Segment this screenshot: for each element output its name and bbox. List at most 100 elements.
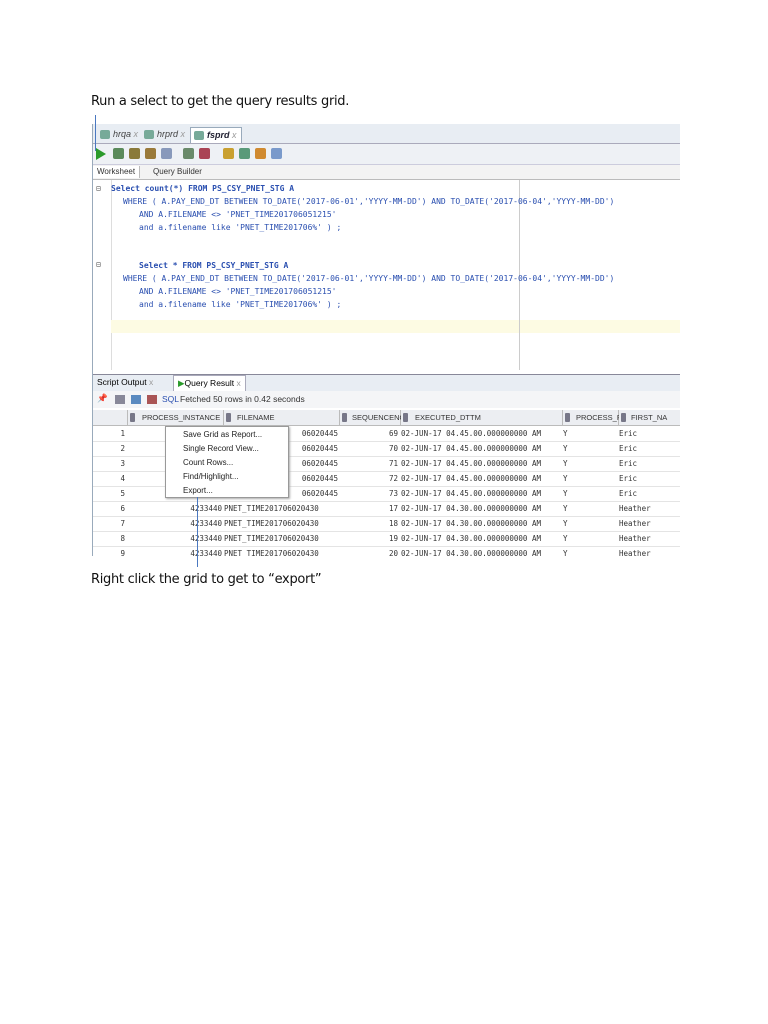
table-cell[interactable]: Eric: [619, 471, 680, 486]
table-cell[interactable]: Heather: [619, 546, 680, 556]
table-cell[interactable]: 70: [340, 441, 398, 456]
pin-icon[interactable]: 📌: [97, 393, 108, 404]
sort-icon[interactable]: [565, 413, 570, 422]
table-cell[interactable]: PNET_TIME201706020430: [224, 546, 340, 556]
table-cell[interactable]: 8: [93, 531, 125, 546]
table-cell[interactable]: 19: [340, 531, 398, 546]
tab-hrqa[interactable]: hrqa x: [97, 127, 142, 142]
sort-icon[interactable]: [403, 413, 408, 422]
table-cell[interactable]: 20: [340, 546, 398, 556]
table-cell[interactable]: 02-JUN-17 04.45.00.000000000 AM: [401, 426, 561, 441]
table-cell[interactable]: 18: [340, 516, 398, 531]
table-cell[interactable]: 02-JUN-17 04.45.00.000000000 AM: [401, 441, 561, 456]
table-cell[interactable]: 4233440: [128, 531, 222, 546]
table-cell[interactable]: Y: [563, 531, 618, 546]
table-row[interactable]: 7 4233440 PNET_TIME201706020430 18 02-JUN-17…: [93, 516, 680, 532]
run-statement-icon[interactable]: [96, 148, 106, 160]
table-cell[interactable]: 6: [93, 501, 125, 516]
sql-tuning-icon[interactable]: [223, 148, 234, 159]
fold-icon[interactable]: ⊟: [96, 260, 101, 269]
sort-icon[interactable]: [130, 413, 135, 422]
table-cell[interactable]: 72: [340, 471, 398, 486]
table-cell[interactable]: 4233440: [128, 546, 222, 556]
table-cell[interactable]: 71: [340, 456, 398, 471]
table-cell[interactable]: 5: [93, 486, 125, 501]
table-cell[interactable]: 69: [340, 426, 398, 441]
tab-hrprd[interactable]: hrprd x: [141, 127, 189, 142]
sql-link[interactable]: SQL: [162, 394, 179, 404]
table-cell[interactable]: Y: [563, 441, 618, 456]
column-header[interactable]: FILENAME: [224, 410, 340, 426]
table-cell[interactable]: Heather: [619, 501, 680, 516]
table-cell[interactable]: 02-JUN-17 04.30.00.000000000 AM: [401, 501, 561, 516]
column-header[interactable]: PROCESS_FLG: [563, 410, 631, 426]
cancel-icon[interactable]: [147, 395, 157, 404]
table-cell[interactable]: 2: [93, 441, 125, 456]
run-script-icon[interactable]: [113, 148, 124, 159]
menu-item-save-grid-as-report[interactable]: Save Grid as Report...: [183, 430, 262, 439]
rollback-icon[interactable]: [145, 148, 156, 159]
sort-icon[interactable]: [342, 413, 347, 422]
commit-icon[interactable]: [129, 148, 140, 159]
table-cell[interactable]: Heather: [619, 531, 680, 546]
sort-icon[interactable]: [226, 413, 231, 422]
table-cell[interactable]: 02-JUN-17 04.45.00.000000000 AM: [401, 471, 561, 486]
menu-item-find-highlight[interactable]: Find/Highlight...: [183, 472, 239, 481]
format-icon[interactable]: [239, 148, 250, 159]
tab-query-builder[interactable]: Query Builder: [149, 166, 206, 178]
table-cell[interactable]: Y: [563, 456, 618, 471]
table-cell[interactable]: Y: [563, 426, 618, 441]
table-row[interactable]: 9 4233440 PNET_TIME201706020430 20 02-JUN-17…: [93, 546, 680, 556]
fold-icon[interactable]: ⊟: [96, 184, 101, 193]
table-cell[interactable]: 3: [93, 456, 125, 471]
table-cell[interactable]: 02-JUN-17 04.45.00.000000000 AM: [401, 486, 561, 501]
clear-icon[interactable]: [255, 148, 266, 159]
column-header[interactable]: EXECUTED_DTTM: [401, 410, 563, 426]
table-cell[interactable]: PNET_TIME201706020430: [224, 531, 340, 546]
table-cell[interactable]: 02-JUN-17 04.30.00.000000000 AM: [401, 546, 561, 556]
column-header[interactable]: FIRST_NA: [619, 410, 680, 426]
column-header[interactable]: SEQUENCENO: [340, 410, 405, 426]
table-cell[interactable]: 4: [93, 471, 125, 486]
table-cell[interactable]: PNET_TIME201706020430: [224, 516, 340, 531]
tab-query-result[interactable]: ▶Query Result x: [173, 375, 246, 391]
close-icon[interactable]: x: [181, 129, 186, 139]
tab-script-output[interactable]: Script Output x: [97, 377, 153, 387]
table-row[interactable]: 8 4233440 PNET_TIME201706020430 19 02-JUN-17…: [93, 531, 680, 547]
autotrace-icon[interactable]: [199, 148, 210, 159]
sql-editor[interactable]: ⊟ Select count(*) FROM PS_CSY_PNET_STG A…: [93, 180, 680, 370]
table-cell[interactable]: 17: [340, 501, 398, 516]
tab-worksheet[interactable]: Worksheet: [93, 166, 141, 178]
table-cell[interactable]: Heather: [619, 516, 680, 531]
table-cell[interactable]: Y: [563, 471, 618, 486]
column-header[interactable]: PROCESS_INSTANCE: [128, 410, 224, 426]
table-cell[interactable]: 9: [93, 546, 125, 556]
table-cell[interactable]: 7: [93, 516, 125, 531]
print-icon[interactable]: [115, 395, 125, 404]
table-cell[interactable]: Eric: [619, 441, 680, 456]
table-cell[interactable]: Y: [563, 516, 618, 531]
tab-fsprd[interactable]: fsprd x: [190, 127, 242, 143]
menu-item-single-record-view[interactable]: Single Record View...: [183, 444, 259, 453]
table-cell[interactable]: 02-JUN-17 04.30.00.000000000 AM: [401, 531, 561, 546]
close-icon[interactable]: x: [149, 377, 153, 387]
sort-icon[interactable]: [621, 413, 626, 422]
table-cell[interactable]: 4233440: [128, 501, 222, 516]
table-cell[interactable]: Eric: [619, 486, 680, 501]
close-icon[interactable]: x: [232, 130, 237, 140]
table-cell[interactable]: PNET_TIME201706020430: [224, 501, 340, 516]
table-cell[interactable]: 4233440: [128, 516, 222, 531]
cancel-icon[interactable]: [161, 148, 172, 159]
table-cell[interactable]: Y: [563, 501, 618, 516]
table-cell[interactable]: Y: [563, 546, 618, 556]
explain-plan-icon[interactable]: [183, 148, 194, 159]
table-cell[interactable]: 73: [340, 486, 398, 501]
menu-item-count-rows[interactable]: Count Rows...: [183, 458, 233, 467]
history-icon[interactable]: [271, 148, 282, 159]
close-icon[interactable]: x: [134, 129, 139, 139]
table-cell[interactable]: Eric: [619, 456, 680, 471]
close-icon[interactable]: x: [237, 378, 241, 388]
table-cell[interactable]: Eric: [619, 426, 680, 441]
table-cell[interactable]: 1: [93, 426, 125, 441]
menu-item-export[interactable]: Export...: [183, 486, 213, 495]
